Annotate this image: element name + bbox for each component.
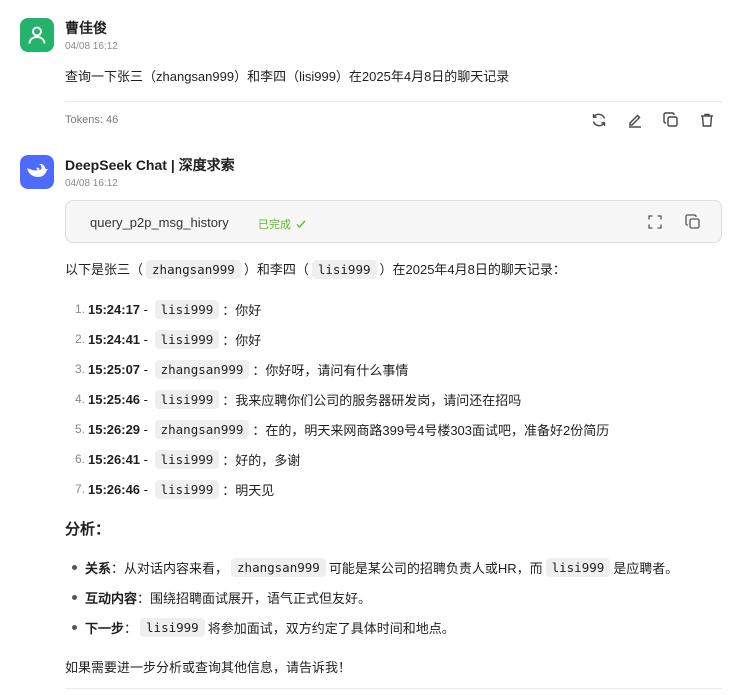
list-number: 4.: [74, 392, 85, 406]
message-text: ：明天见: [222, 482, 275, 498]
list-item: 6. 15:26:41 - lisi999 ：好的，多谢: [65, 444, 725, 474]
user-message-time: 04/08 16:12: [65, 41, 118, 52]
list-number: 7.: [74, 482, 85, 496]
divider: [65, 688, 722, 689]
item-text: 将参加面试，双方约定了具体时间和地点。: [207, 620, 455, 636]
inline-code: zhangsan999: [231, 557, 326, 577]
tool-actions: [647, 214, 701, 235]
separator: -: [140, 361, 152, 377]
refresh-icon[interactable]: [590, 111, 608, 129]
item-text: ：围绕招聘面试展开，语气正式但友好。: [137, 590, 372, 606]
message-time: 15:26:41: [88, 451, 141, 467]
expand-icon[interactable]: [647, 214, 663, 235]
list-item: 互动内容 ：围绕招聘面试展开，语气正式但友好。: [65, 582, 725, 612]
inline-code: lisi999: [311, 260, 377, 279]
item-label: 互动内容: [85, 590, 138, 606]
message-text: ：好的，多谢: [222, 452, 301, 468]
deepseek-whale-icon: [20, 155, 54, 189]
bullet: [72, 624, 77, 630]
edit-icon[interactable]: [626, 111, 644, 129]
tool-call-card[interactable]: query_p2p_msg_history 已完成: [65, 200, 722, 243]
item-text: 是应聘者。: [613, 560, 679, 576]
message-time: 15:24:17: [88, 301, 141, 317]
list-item: 下一步： lisi999 将参加面试，双方约定了具体时间和地点。: [65, 612, 725, 642]
message-text: ：我来应聘你们公司的服务器研发岗，请问还在招吗: [222, 392, 522, 408]
message-text: ：你好: [222, 332, 262, 348]
delete-icon[interactable]: [698, 111, 716, 129]
bullet: [72, 594, 77, 600]
bot-answer: 以下是张三（ zhangsan999 ）和李四（ lisi999 ）在2025年4月8日…: [65, 258, 725, 680]
inline-code: lisi999: [154, 299, 220, 319]
list-item: 关系 ：从对话内容来看， zhangsan999 可能是某公司的招聘负责人或HR，而 l…: [65, 552, 725, 582]
message-time: 15:25:07: [88, 361, 141, 377]
check-icon: [296, 220, 306, 229]
intro-text: ）在2025年4月8日的聊天记录：: [379, 262, 566, 277]
inline-code: lisi999: [140, 617, 205, 637]
analysis-heading: 分析：: [65, 521, 111, 538]
analysis-list: 关系 ：从对话内容来看， zhangsan999 可能是某公司的招聘负责人或HR，而 l…: [65, 552, 725, 642]
message-time: 15:25:46: [88, 391, 141, 407]
separator: -: [140, 391, 152, 407]
item-label: 下一步: [85, 620, 125, 636]
copy-icon[interactable]: [662, 111, 680, 129]
closing-text: 如果需要进一步分析或查询其他信息，请告诉我！: [65, 660, 352, 675]
separator: -: [140, 421, 152, 437]
token-count: Tokens: 46: [65, 114, 119, 126]
answer-intro: 以下是张三（ zhangsan999 ）和李四（ lisi999 ）在2025年4月8日…: [65, 258, 725, 282]
item-label: 关系: [85, 560, 112, 576]
divider: [65, 101, 722, 102]
inline-code: zhangsan999: [154, 419, 250, 439]
bot-message-time: 04/08 16:12: [65, 178, 118, 189]
message-text: ：你好: [222, 302, 262, 318]
message-time: 15:26:46: [88, 481, 141, 497]
list-item: 4. 15:25:46 - lisi999 ：我来应聘你们公司的服务器研发岗，请问还…: [65, 384, 725, 414]
separator: -: [140, 451, 152, 467]
list-number: 6.: [74, 452, 85, 466]
item-text: 可能是某公司的招聘负责人或HR，而: [328, 560, 543, 576]
separator: -: [140, 481, 152, 497]
user-avatar-icon: [20, 18, 54, 52]
list-number: 3.: [74, 362, 85, 376]
tool-name: query_p2p_msg_history: [90, 215, 229, 230]
list-item: 5. 15:26:29 - zhangsan999 ：在的，明天来网商路399号4号…: [65, 414, 725, 444]
list-number: 2.: [74, 332, 85, 346]
bullet: [72, 564, 77, 570]
list-item: 1. 15:24:17 - lisi999 ：你好: [65, 294, 725, 324]
message-text: ：在的，明天来网商路399号4号楼303面试吧，准备好2份简历: [252, 422, 610, 438]
tool-status-label: 已完成: [258, 219, 291, 231]
message-text: ：你好呀，请问有什么事情: [252, 362, 409, 378]
bot-name: DeepSeek Chat | 深度求索: [65, 157, 235, 173]
inline-code: zhangsan999: [146, 260, 241, 279]
inline-code: zhangsan999: [154, 359, 250, 379]
inline-code: lisi999: [154, 329, 220, 349]
user-name: 曹佳俊: [65, 20, 107, 36]
message-time: 15:24:41: [88, 331, 141, 347]
item-text: ：从对话内容来看，: [111, 560, 229, 576]
tool-status: 已完成: [258, 216, 307, 232]
list-number: 1.: [74, 302, 85, 316]
list-item: 3. 15:25:07 - zhangsan999 ：你好呀，请问有什么事情: [65, 354, 725, 384]
message-actions: [590, 111, 716, 129]
message-time: 15:26:29: [88, 421, 141, 437]
intro-text: ）和李四（: [243, 262, 309, 277]
list-item: 2. 15:24:41 - lisi999 ：你好: [65, 324, 725, 354]
separator: -: [140, 301, 152, 317]
inline-code: lisi999: [154, 449, 220, 469]
copy-icon[interactable]: [685, 214, 701, 235]
separator: -: [140, 331, 152, 347]
inline-code: lisi999: [154, 389, 220, 409]
list-item: 7. 15:26:46 - lisi999 ：明天见: [65, 474, 725, 504]
chat-record-list: 1. 15:24:17 - lisi999 ：你好 2. 15:24:41 - lis…: [65, 294, 725, 504]
inline-code: lisi999: [545, 557, 611, 577]
user-message-text: 查询一下张三（zhangsan999）和李四（lisi999）在2025年4月8…: [65, 69, 510, 84]
list-number: 5.: [74, 422, 85, 436]
inline-code: lisi999: [154, 479, 220, 499]
item-text: ：: [124, 620, 138, 636]
intro-text: 以下是张三（: [65, 262, 144, 277]
